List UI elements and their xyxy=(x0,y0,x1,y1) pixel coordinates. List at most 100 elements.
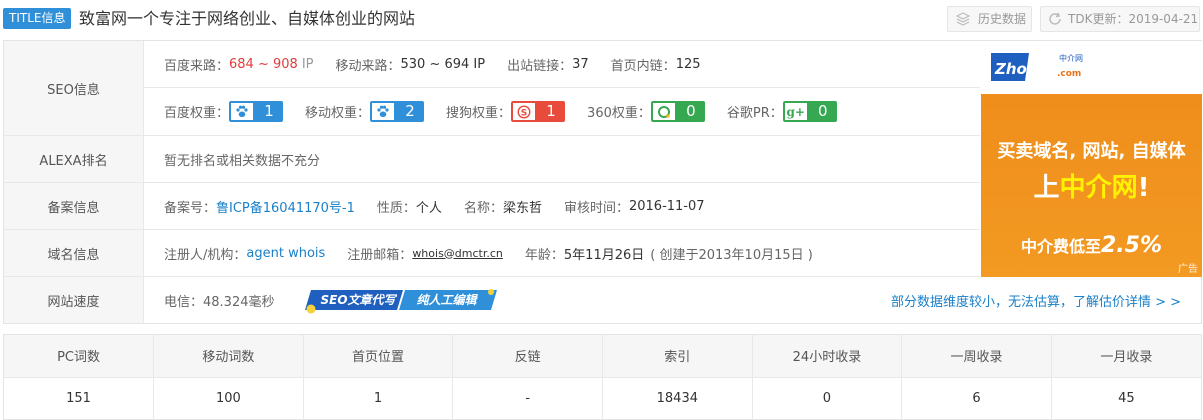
registrant-key: 注册人/机构： xyxy=(164,247,247,263)
layers-icon xyxy=(956,12,970,26)
stats-header-cell: 一周收录 xyxy=(901,335,1052,378)
sogou-weight-badge[interactable]: S 1 xyxy=(511,101,566,122)
home-links-value: 125 xyxy=(675,56,701,72)
q360-weight-key: 360权重： xyxy=(587,106,651,121)
history-data-label: 历史数据 xyxy=(978,12,1027,26)
stats-value-cell: 45 xyxy=(1118,390,1135,406)
ad-line-3-a: 中介费低至 xyxy=(1020,237,1101,256)
domain-label: 域名信息 xyxy=(4,230,144,276)
age-key: 年龄： xyxy=(524,247,564,263)
baidu-source-value: 684 ~ 908 xyxy=(229,56,298,72)
baidu-source-unit: IP xyxy=(301,56,314,72)
sogou-weight-value: 1 xyxy=(537,101,566,122)
stats-value-cell: 6 xyxy=(901,377,1052,419)
stats-table: PC词数 移动词数 首页位置 反链 索引 24小时收录 一周收录 一月收录 15… xyxy=(3,334,1202,420)
stats-header-cell: 一月收录 xyxy=(1051,335,1201,378)
icp-row: 备案信息 备案号： 鲁ICP备16041170号-1 性质： 个人 名称： 梁东… xyxy=(4,183,980,230)
stats-header-cell: 索引 xyxy=(602,335,753,378)
outlinks-value: 37 xyxy=(572,56,589,72)
q360-icon xyxy=(650,101,677,122)
history-data-button[interactable]: 历史数据 xyxy=(947,6,1032,32)
stats-value-row: 151 100 1 - 18434 0 6 45 xyxy=(4,377,1201,419)
tdk-update-button[interactable]: TDK更新：2019-04-21 xyxy=(1040,6,1200,32)
stats-value-cell[interactable]: 151 xyxy=(4,377,155,419)
seo-traffic-line: 百度来路： 684 ~ 908 IP 移动来路： 530 ~ 694 IP 出站… xyxy=(144,41,980,88)
outlinks-key: 出站链接： xyxy=(507,58,573,74)
seo-weights-line: 百度权重： 1 移动权重： 2 搜狗权重： S 1 360权重： 0 谷歌PR：… xyxy=(144,88,980,135)
ad-line-2-c: ! xyxy=(1137,173,1150,203)
icp-label: 备案信息 xyxy=(4,183,144,229)
stats-header-row: PC词数 移动词数 首页位置 反链 索引 24小时收录 一周收录 一月收录 xyxy=(4,335,1201,378)
icp-time-value: 2016-11-07 xyxy=(628,198,705,214)
stats-header-cell: 移动词数 xyxy=(153,335,304,378)
seo-row: SEO信息 百度来路： 684 ~ 908 IP 移动来路： 530 ~ 694… xyxy=(4,41,980,136)
q360-weight-badge[interactable]: 0 xyxy=(650,101,705,122)
alexa-label: ALEXA排名 xyxy=(4,136,144,182)
icp-type-key: 性质： xyxy=(376,200,416,216)
seo-writing-promo-banner[interactable]: SEO文章代写 纯人工编辑 xyxy=(304,288,497,314)
mobile-weight-value: 2 xyxy=(396,101,425,122)
title-badge: TITLE信息 xyxy=(3,8,72,29)
info-table: SEO信息 百度来路： 684 ~ 908 IP 移动来路： 530 ~ 694… xyxy=(3,40,1202,324)
zhongjie-ad-banner[interactable]: Zhongjie 中介网 .com 买卖域名, 网站, 自媒体 上中介网! 中介… xyxy=(981,41,1202,277)
icp-name-key: 名称： xyxy=(463,200,503,216)
domain-row: 域名信息 注册人/机构： agent whois 注册邮箱： whois@dmc… xyxy=(4,230,980,277)
google-pr-badge[interactable]: g+ 0 xyxy=(782,101,837,122)
baidu-weight-key: 百度权重： xyxy=(164,106,230,121)
icp-number-link[interactable]: 鲁ICP备16041170号-1 xyxy=(216,197,355,216)
google-plus-icon: g+ xyxy=(782,101,809,122)
q360-weight-value: 0 xyxy=(676,101,705,122)
promo-left-text: SEO文章代写 xyxy=(320,293,396,307)
registrant-link[interactable]: agent whois xyxy=(246,246,325,261)
ad-logo-dotcom: .com xyxy=(1057,69,1081,79)
zhongjie-logo: Zhongjie 中介网 .com xyxy=(991,53,1083,81)
icp-time-key: 审核时间： xyxy=(563,200,629,216)
speed-label: 网站速度 xyxy=(4,277,144,323)
google-pr-value: 0 xyxy=(808,101,837,122)
ad-line-2: 上中介网! xyxy=(981,167,1202,204)
sogou-icon: S xyxy=(511,101,538,122)
icp-name-value: 梁东哲 xyxy=(502,200,542,216)
home-links-key: 首页内链： xyxy=(610,58,676,74)
promo-right-text: 纯人工编辑 xyxy=(416,293,477,307)
ad-line-2-a: 上 xyxy=(1033,173,1060,203)
ad-logo-sub: 中介网 xyxy=(1059,53,1083,63)
stats-value-cell: 1 xyxy=(303,377,454,419)
telecom-speed: 电信：48.324毫秒 xyxy=(164,294,275,310)
valuation-details-link[interactable]: 部分数据维度较小，无法估算，了解估价详情 > > xyxy=(891,277,1181,323)
title-bar: TITLE信息 致富网一个专注于网络创业、自媒体创业的网站 历史数据 TDK更新… xyxy=(0,0,1203,38)
mobile-weight-badge[interactable]: 2 xyxy=(370,101,425,122)
stats-header-cell: 首页位置 xyxy=(303,335,454,378)
svg-text:S: S xyxy=(521,108,527,118)
tdk-update-label: TDK更新：2019-04-21 xyxy=(1068,12,1199,26)
stats-value-cell[interactable]: 18434 xyxy=(602,377,753,419)
ad-logo-area: Zhongjie 中介网 .com xyxy=(981,41,1202,94)
baidu-source-key: 百度来路： xyxy=(164,58,230,74)
sogou-weight-key: 搜狗权重： xyxy=(446,106,512,121)
stats-value-cell: - xyxy=(452,377,603,419)
icp-number-key: 备案号： xyxy=(164,200,217,216)
stats-value-cell: 0 xyxy=(752,377,903,419)
seo-label: SEO信息 xyxy=(4,41,144,135)
stats-value-cell[interactable]: 100 xyxy=(153,377,304,419)
ad-line-3-b: 2.5% xyxy=(1101,233,1163,258)
alexa-value: 暂无排名或相关数据不充分 xyxy=(164,153,321,169)
ad-tag: 广告 xyxy=(1178,264,1198,275)
mobile-source-value: 530 ~ 694 IP xyxy=(400,56,486,72)
email-value[interactable]: whois@dmctr.cn xyxy=(412,247,503,260)
stats-header-cell: 反链 xyxy=(452,335,603,378)
baidu-weight-badge[interactable]: 1 xyxy=(229,101,284,122)
age-value: 5年11月26日 xyxy=(563,247,645,263)
alexa-row: ALEXA排名 暂无排名或相关数据不充分 xyxy=(4,136,980,183)
email-key: 注册邮箱： xyxy=(347,247,413,263)
ad-line-2-b: 中介网 xyxy=(1059,173,1138,203)
mobile-paw-icon xyxy=(370,101,397,122)
stats-header-cell: PC词数 xyxy=(4,335,155,378)
ad-line-3: 中介费低至2.5% xyxy=(981,233,1202,258)
ad-line-1: 买卖域名, 网站, 自媒体 xyxy=(997,141,1186,162)
google-pr-key: 谷歌PR： xyxy=(726,106,783,121)
speed-row: 网站速度 电信：48.324毫秒 SEO文章代写 纯人工编辑 部分数据维度较小，… xyxy=(4,277,1201,323)
mobile-source-key: 移动来路： xyxy=(335,58,401,74)
baidu-weight-value: 1 xyxy=(255,101,284,122)
refresh-icon xyxy=(1049,12,1061,25)
